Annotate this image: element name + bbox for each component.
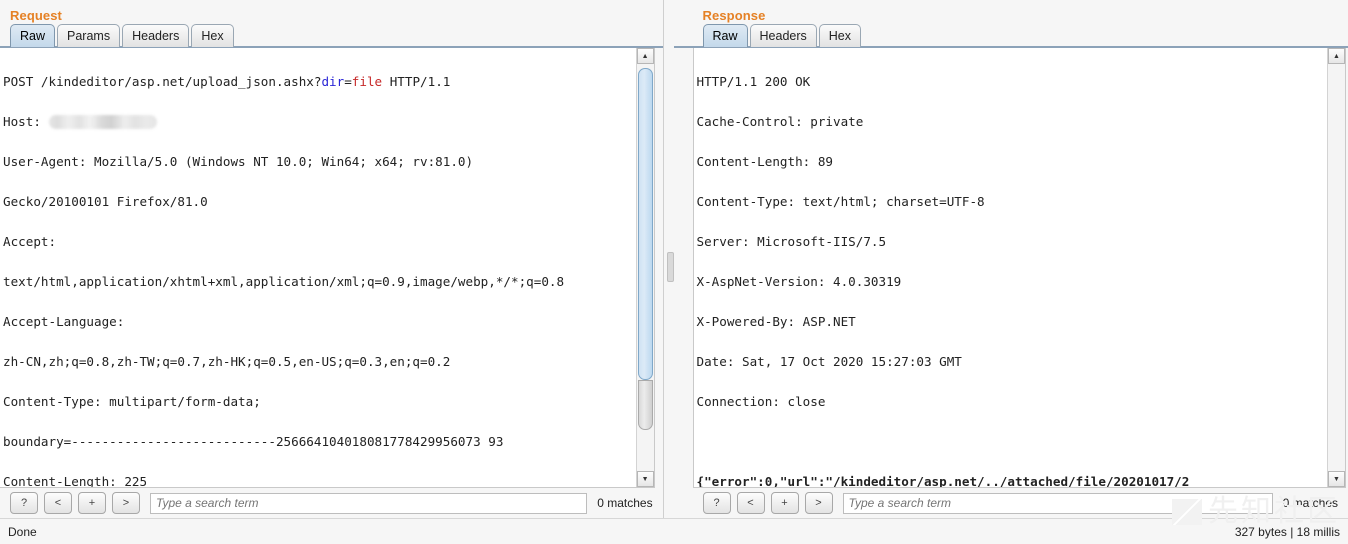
- request-find-add-button[interactable]: +: [78, 492, 106, 514]
- request-line-7: Accept-Language:: [3, 312, 636, 332]
- request-vertical-scrollbar[interactable]: ▲ ▼: [636, 48, 654, 487]
- tab-request-params[interactable]: Params: [57, 24, 120, 47]
- tab-response-raw[interactable]: Raw: [703, 24, 748, 47]
- request-line-host: Host:: [3, 112, 636, 132]
- request-find-prev-button[interactable]: <: [44, 492, 72, 514]
- status-right-text: 327 bytes | 18 millis: [1235, 525, 1340, 539]
- request-method-line-prefix: POST /kindeditor/asp.net/upload_json.ash…: [3, 74, 321, 89]
- tab-request-hex[interactable]: Hex: [191, 24, 233, 47]
- request-find-next-button[interactable]: >: [112, 492, 140, 514]
- response-editor-wrap: HTTP/1.1 200 OK Cache-Control: private C…: [693, 48, 1346, 488]
- response-find-add-button[interactable]: +: [771, 492, 799, 514]
- request-raw-text[interactable]: POST /kindeditor/asp.net/upload_json.ash…: [0, 48, 636, 487]
- response-line-blank: [697, 432, 1327, 452]
- request-line-10: boundary=---------------------------2566…: [3, 432, 636, 452]
- burp-repeater-window: Request Raw Params Headers Hex POST /kin…: [0, 0, 1348, 544]
- request-title: Request: [0, 0, 663, 22]
- request-line-4: Gecko/20100101 Firefox/81.0: [3, 192, 636, 212]
- request-scroll-thumb-tail[interactable]: [638, 380, 653, 430]
- request-line-9: Content-Type: multipart/form-data;: [3, 392, 636, 412]
- redacted-host-value: [49, 115, 157, 129]
- response-line-2: Cache-Control: private: [697, 112, 1327, 132]
- request-match-count: 0 matches: [597, 496, 656, 510]
- response-scroll-down-arrow-icon[interactable]: ▼: [1328, 471, 1345, 487]
- request-line-6: text/html,application/xhtml+xml,applicat…: [3, 272, 636, 292]
- response-line-9: Connection: close: [697, 392, 1327, 412]
- tab-response-hex[interactable]: Hex: [819, 24, 861, 47]
- request-query-equals: =: [344, 74, 352, 89]
- request-line-3: User-Agent: Mozilla/5.0 (Windows NT 10.0…: [3, 152, 636, 172]
- response-search-input[interactable]: [843, 493, 1273, 514]
- scroll-up-arrow-icon[interactable]: ▲: [637, 48, 654, 64]
- request-help-button[interactable]: ?: [10, 492, 38, 514]
- request-editor-wrap: POST /kindeditor/asp.net/upload_json.ash…: [0, 48, 655, 488]
- response-scroll-track[interactable]: [1328, 64, 1345, 471]
- request-query-param-value: file: [352, 74, 382, 89]
- request-query-param-name: dir: [321, 74, 344, 89]
- tab-response-headers[interactable]: Headers: [750, 24, 817, 47]
- response-findbar: ? < + > 0 matches: [674, 488, 1348, 518]
- tab-request-raw[interactable]: Raw: [10, 24, 55, 47]
- request-line-1: POST /kindeditor/asp.net/upload_json.ash…: [3, 72, 636, 92]
- status-bar: 先知社区 Done 327 bytes | 18 millis: [0, 518, 1348, 544]
- request-scroll-track[interactable]: [637, 64, 654, 471]
- panes-container: Request Raw Params Headers Hex POST /kin…: [0, 0, 1348, 518]
- request-findbar: ? < + > 0 matches: [0, 488, 663, 518]
- response-line-5: Server: Microsoft-IIS/7.5: [697, 232, 1327, 252]
- response-vertical-scrollbar[interactable]: ▲ ▼: [1327, 48, 1345, 487]
- request-tabbar: Raw Params Headers Hex: [0, 22, 663, 48]
- response-scroll-up-arrow-icon[interactable]: ▲: [1328, 48, 1345, 64]
- request-search-input[interactable]: [150, 493, 587, 514]
- response-pane: Response Raw Headers Hex HTTP/1.1 200 OK…: [674, 0, 1348, 518]
- status-left-text: Done: [8, 525, 37, 539]
- tab-request-headers[interactable]: Headers: [122, 24, 189, 47]
- request-line-8: zh-CN,zh;q=0.8,zh-TW;q=0.7,zh-HK;q=0.5,e…: [3, 352, 636, 372]
- response-title: Response: [674, 0, 1348, 22]
- request-host-label: Host:: [3, 114, 49, 129]
- request-pane: Request Raw Params Headers Hex POST /kin…: [0, 0, 663, 518]
- response-line-3: Content-Length: 89: [697, 152, 1327, 172]
- request-http-version: HTTP/1.1: [382, 74, 450, 89]
- scroll-down-arrow-icon[interactable]: ▼: [637, 471, 654, 487]
- response-find-next-button[interactable]: >: [805, 492, 833, 514]
- response-tabbar: Raw Headers Hex: [674, 22, 1348, 48]
- request-line-5: Accept:: [3, 232, 636, 252]
- request-line-11: Content-Length: 225: [3, 472, 636, 487]
- response-line-7: X-Powered-By: ASP.NET: [697, 312, 1327, 332]
- pane-splitter[interactable]: [663, 0, 674, 518]
- response-match-count: 0 matches: [1283, 496, 1342, 510]
- response-help-button[interactable]: ?: [703, 492, 731, 514]
- response-line-4: Content-Type: text/html; charset=UTF-8: [697, 192, 1327, 212]
- response-line-1: HTTP/1.1 200 OK: [697, 72, 1327, 92]
- response-line-8: Date: Sat, 17 Oct 2020 15:27:03 GMT: [697, 352, 1327, 372]
- response-line-6: X-AspNet-Version: 4.0.30319: [697, 272, 1327, 292]
- response-find-prev-button[interactable]: <: [737, 492, 765, 514]
- response-raw-text[interactable]: HTTP/1.1 200 OK Cache-Control: private C…: [694, 48, 1327, 487]
- request-scroll-thumb[interactable]: [638, 68, 653, 380]
- response-body-line-1: {"error":0,"url":"/kindeditor/asp.net/..…: [697, 472, 1327, 487]
